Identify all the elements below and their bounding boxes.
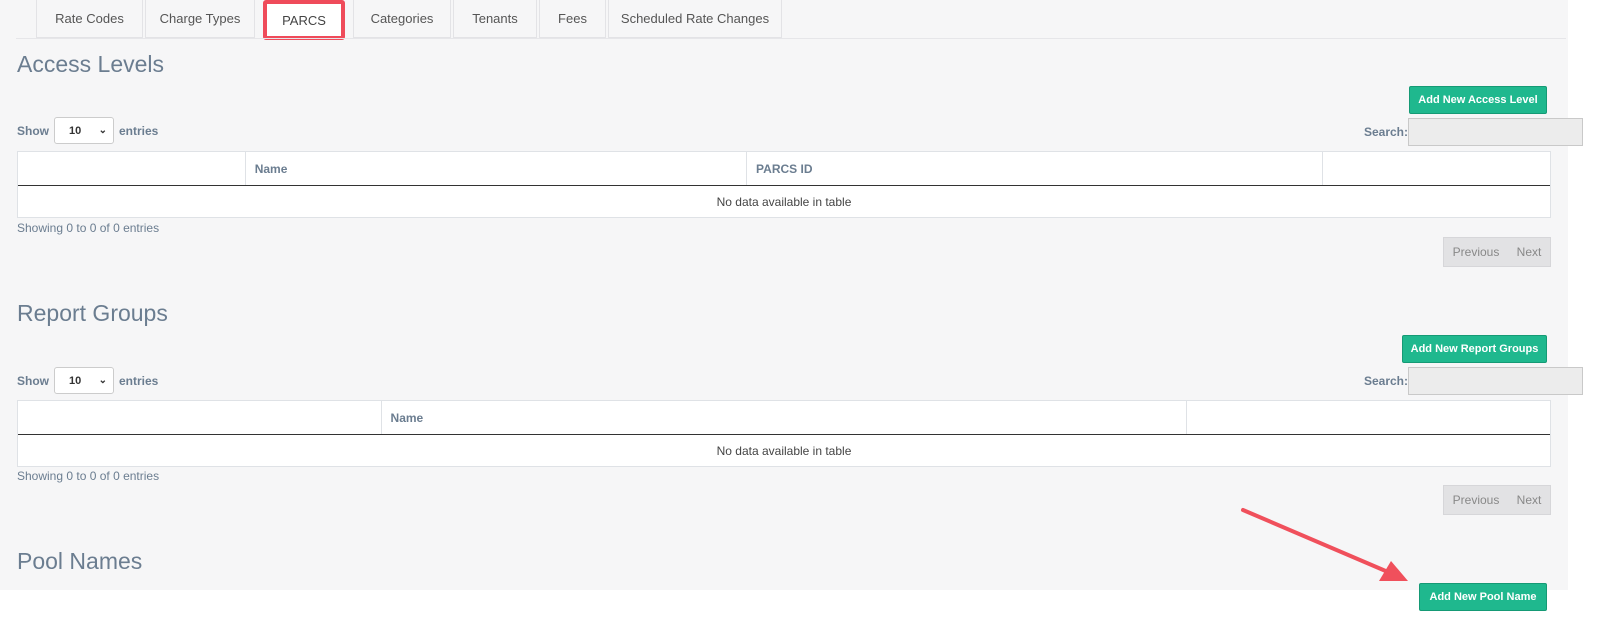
annotation-arrow-icon bbox=[1241, 508, 1408, 581]
